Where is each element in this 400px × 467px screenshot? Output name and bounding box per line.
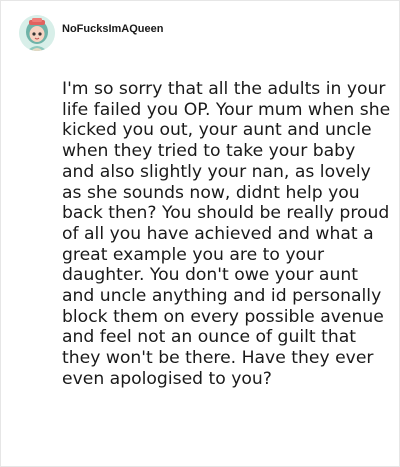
comment-text: I'm so sorry that all the adults in your… bbox=[62, 79, 391, 389]
username[interactable]: NoFucksImAQueen bbox=[62, 23, 163, 35]
comment-card: NoFucksImAQueen I'm so sorry that all th… bbox=[0, 0, 400, 467]
comment-header: NoFucksImAQueen bbox=[19, 15, 163, 51]
avatar[interactable] bbox=[19, 15, 55, 51]
cartoon-avatar-icon bbox=[19, 15, 55, 51]
